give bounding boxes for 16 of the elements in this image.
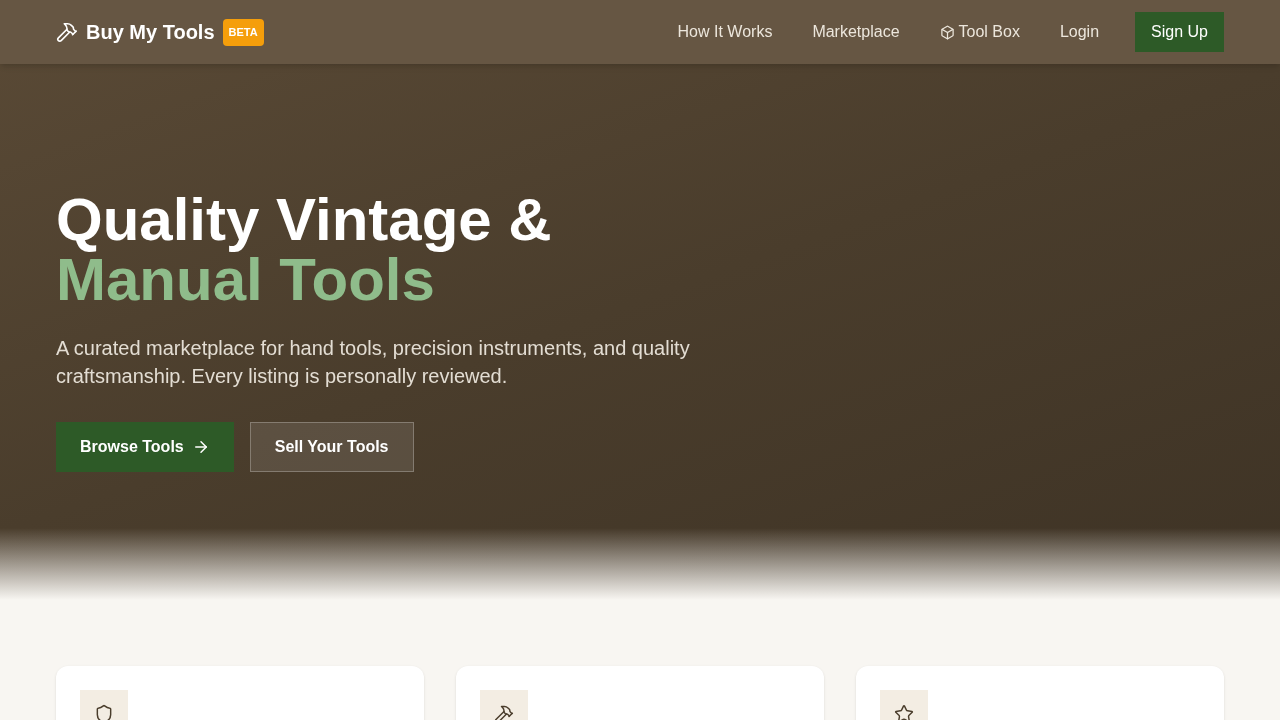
hammer-icon (494, 704, 514, 720)
nav-link[interactable]: How It Works (661, 20, 789, 44)
hammer-icon (56, 21, 78, 43)
sell-tools-button[interactable]: Sell Your Tools (249, 422, 414, 472)
nav-link[interactable]: Marketplace (796, 20, 916, 44)
box-icon (939, 24, 955, 40)
hero-subtitle: A curated marketplace for hand tools, precision instruments, and quality craftsmanship. Every listing is personally reviewed. (56, 336, 691, 389)
shield-icon (94, 704, 114, 720)
star-icon (894, 704, 914, 720)
brand-name[interactable]: Buy My Tools (86, 17, 215, 47)
nav-link[interactable]: Tool Box (923, 20, 1036, 44)
beta-badge: BETA (222, 18, 264, 46)
sign-up-button[interactable]: Sign Up (1135, 12, 1224, 52)
nav-link[interactable]: Login (1043, 20, 1116, 44)
browse-tools-button[interactable]: Browse Tools (56, 422, 234, 472)
hero-title: Quality Vintage & (56, 190, 553, 250)
